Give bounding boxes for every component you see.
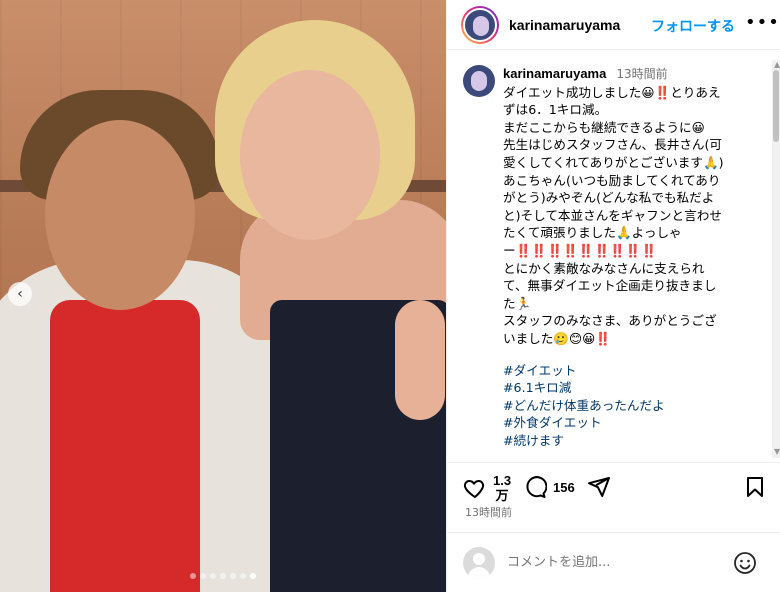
- like-count[interactable]: 1.3 万: [493, 473, 511, 503]
- scrollbar-thumb[interactable]: [773, 70, 779, 142]
- scroll-up-arrow-icon[interactable]: ▲: [774, 60, 780, 69]
- caption-line: ー‼️‼️‼️‼️‼️‼️‼️‼️‼️: [503, 242, 657, 258]
- post-header: karinamaruyama フォローする •••: [447, 0, 780, 50]
- like-count-value: 1.3: [493, 473, 512, 488]
- post-photo[interactable]: ‹: [0, 0, 446, 592]
- like-count-unit: 万: [495, 488, 509, 503]
- hashtag-link[interactable]: #どんだけ体重あったんだよ: [503, 397, 765, 415]
- author-avatar[interactable]: [463, 7, 497, 42]
- post-side-panel: karinamaruyama フォローする ••• karinamaruyama…: [446, 0, 780, 592]
- carousel-dot[interactable]: [220, 573, 226, 579]
- caption-time[interactable]: 13時間前: [616, 67, 667, 81]
- caption-line: ずは6．1キロ減。: [503, 102, 608, 118]
- comment-icon[interactable]: [523, 475, 547, 499]
- carousel-dot[interactable]: [210, 573, 216, 579]
- caption-line: 愛くしてくれてありがとございます🙏): [503, 154, 724, 170]
- comments-section: karinamaruyama 13時間前 ダイエット成功しました😀‼️とりあえ …: [447, 50, 780, 462]
- caption-line: 先生はじめスタッフさん、長井さん(可: [503, 137, 723, 153]
- post-timestamp[interactable]: 13時間前: [465, 504, 512, 520]
- add-comment-bar: [447, 532, 780, 592]
- carousel-dot[interactable]: [200, 573, 206, 579]
- carousel-dot[interactable]: [230, 573, 236, 579]
- more-options-icon[interactable]: •••: [745, 12, 780, 33]
- carousel-dot[interactable]: [190, 573, 196, 579]
- share-icon[interactable]: [587, 475, 611, 499]
- hashtag-link[interactable]: #続けます: [503, 432, 765, 450]
- carousel-dot[interactable]: [240, 573, 246, 579]
- carousel-dot[interactable]: [250, 573, 256, 579]
- photo-person-left-shirt: [50, 300, 200, 592]
- comment-count[interactable]: 156: [553, 480, 575, 495]
- caption-line: たくて頑張りました🙏よっしゃ: [503, 225, 682, 241]
- caption-line: と)そして本並さんをギャフンと言わせ: [503, 207, 722, 223]
- carousel-dots: [0, 573, 446, 579]
- bookmark-icon[interactable]: [745, 475, 765, 499]
- caption-body: karinamaruyama 13時間前 ダイエット成功しました😀‼️とりあえ …: [503, 65, 765, 449]
- chevron-left-icon: ‹: [17, 286, 23, 302]
- caption-line: スタッフのみなさま、ありがとうござ: [503, 313, 717, 329]
- caption-line: た🏃: [503, 295, 532, 311]
- caption-line: て、無事ダイエット企画走り抜きまし: [503, 278, 717, 294]
- story-ring[interactable]: [461, 5, 499, 44]
- heart-icon[interactable]: [463, 476, 487, 500]
- follow-button[interactable]: フォローする: [651, 16, 735, 36]
- scroll-down-arrow-icon[interactable]: ▼: [774, 447, 780, 456]
- like-group: 1.3 万: [463, 473, 511, 503]
- carousel-prev-button[interactable]: ‹: [8, 282, 32, 306]
- author-username[interactable]: karinamaruyama: [509, 17, 620, 33]
- hashtag-link[interactable]: #ダイエット: [503, 362, 765, 380]
- caption-line: まだここからも継続できるように😀: [503, 119, 705, 135]
- caption-line: がとう)みやぞん(どんな私でも私だよ: [503, 190, 715, 206]
- emoji-icon[interactable]: [733, 551, 757, 575]
- current-user-avatar: [463, 546, 495, 579]
- caption-avatar[interactable]: [463, 65, 495, 97]
- caption-line: ダイエット成功しました😀‼️とりあえ: [503, 84, 721, 100]
- comment-input[interactable]: [507, 555, 707, 570]
- hashtag-list: #ダイエット #6.1キロ減 #どんだけ体重あったんだよ #外食ダイエット #続…: [503, 362, 765, 450]
- caption-line: いました🥲😊😀‼️: [503, 330, 611, 346]
- caption-line: あこちゃん(いつも励ましてくれてあり: [503, 172, 721, 188]
- photo-peace-hand: [395, 300, 445, 420]
- hashtag-link[interactable]: #6.1キロ減: [503, 379, 765, 397]
- photo-person-left-face: [45, 120, 195, 310]
- caption-line: とにかく素敵なみなさんに支えられ: [503, 260, 705, 276]
- caption-username[interactable]: karinamaruyama: [503, 66, 606, 81]
- hashtag-link[interactable]: #外食ダイエット: [503, 414, 765, 432]
- photo-person-right-face: [240, 70, 380, 240]
- comment-group: 156: [523, 475, 575, 499]
